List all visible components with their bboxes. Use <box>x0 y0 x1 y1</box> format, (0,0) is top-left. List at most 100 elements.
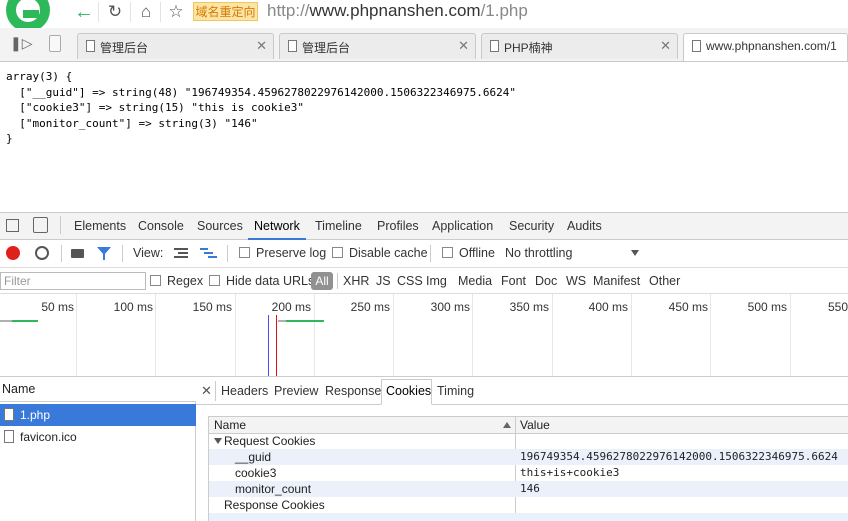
network-overview[interactable]: 50 ms 100 ms 150 ms 200 ms 250 ms 300 ms… <box>0 294 848 377</box>
grid-line <box>552 294 553 376</box>
devtools-tab-network[interactable]: Network <box>254 219 300 233</box>
large-rows-icon-bar <box>178 252 188 254</box>
response-cookies-group[interactable]: Response Cookies <box>209 497 848 513</box>
grid-line <box>710 294 711 376</box>
filter-css[interactable]: CSS <box>397 274 423 288</box>
grid-line <box>235 294 236 376</box>
timeline-tick: 550 <box>827 300 848 314</box>
mobile-device-icon[interactable] <box>49 35 61 52</box>
devtools-tab-application[interactable]: Application <box>432 219 493 233</box>
devtools-tab-profiles[interactable]: Profiles <box>377 219 419 233</box>
timeline-tick: 500 ms <box>747 300 787 314</box>
close-tab-icon[interactable]: ✕ <box>256 38 267 54</box>
close-tab-icon[interactable]: ✕ <box>458 38 469 54</box>
page-icon <box>490 40 499 52</box>
clear-icon[interactable] <box>35 246 49 260</box>
requests-list: 1.php favicon.ico <box>0 402 196 521</box>
toolbar-divider <box>98 2 99 22</box>
close-tab-icon[interactable]: ✕ <box>660 38 671 54</box>
sort-ascending-icon[interactable] <box>503 422 511 428</box>
filter-doc[interactable]: Doc <box>535 274 557 288</box>
timeline-tick: 250 ms <box>350 300 390 314</box>
page-icon <box>86 40 95 52</box>
filter-input[interactable]: Filter <box>0 272 146 290</box>
record-icon[interactable] <box>6 246 20 260</box>
detail-tab-headers[interactable]: Headers <box>221 384 268 398</box>
waterfall-overview-icon[interactable] <box>200 248 217 259</box>
redirect-badge[interactable]: 域名重定向 <box>193 2 258 21</box>
address-bar[interactable]: http://www.phpnanshen.com/1.php <box>267 0 528 22</box>
back-arrow-icon[interactable]: ← <box>70 0 98 24</box>
throttling-select[interactable]: No throttling <box>505 246 572 260</box>
cookie-value-column[interactable]: Value <box>520 417 550 433</box>
filter-manifest[interactable]: Manifest <box>593 274 640 288</box>
device-toolbar-icon[interactable] <box>33 217 48 233</box>
document-icon <box>4 430 14 443</box>
grid-line <box>631 294 632 376</box>
timeline-tick: 100 ms <box>113 300 153 314</box>
toolbar-divider <box>130 2 131 22</box>
filter-xhr[interactable]: XHR <box>343 274 369 288</box>
detail-tab-timing[interactable]: Timing <box>437 384 474 398</box>
chevron-down-icon[interactable] <box>631 250 639 256</box>
name-column-header[interactable]: Name <box>2 382 35 396</box>
divider <box>215 381 216 401</box>
divider <box>61 245 62 262</box>
load-event-marker <box>276 315 277 376</box>
request-row-selected[interactable]: 1.php <box>0 404 196 426</box>
devtools-tab-sources[interactable]: Sources <box>197 219 243 233</box>
bookmark-star-icon[interactable]: ☆ <box>162 0 190 24</box>
devtools-tab-security[interactable]: Security <box>509 219 554 233</box>
cookie-value: this+is+cookie3 <box>520 466 620 479</box>
close-detail-icon[interactable]: ✕ <box>201 383 212 399</box>
detail-tab-response[interactable]: Response <box>325 384 381 398</box>
timeline-tick: 200 ms <box>271 300 311 314</box>
filter-media[interactable]: Media <box>458 274 492 288</box>
request-name: favicon.ico <box>20 430 77 444</box>
filter-img[interactable]: Img <box>426 274 447 288</box>
detail-tab-preview[interactable]: Preview <box>274 384 318 398</box>
request-bar-favicon <box>286 320 324 322</box>
timeline-tick: 300 ms <box>430 300 470 314</box>
grid-line <box>155 294 156 376</box>
request-row[interactable]: favicon.ico <box>0 426 196 448</box>
request-name: 1.php <box>20 408 51 422</box>
inspect-element-icon[interactable] <box>6 219 19 232</box>
disable-cache-checkbox[interactable] <box>332 247 343 258</box>
request-cookies-group[interactable]: Request Cookies <box>209 433 848 449</box>
home-icon[interactable]: ⌂ <box>132 0 160 24</box>
cookie-name: cookie3 <box>235 466 277 480</box>
devtools-tab-timeline[interactable]: Timeline <box>315 219 362 233</box>
cookie-value: 146 <box>520 482 540 495</box>
disable-cache-label: Disable cache <box>349 246 428 260</box>
browser-tab-3[interactable]: PHP楠神 ✕ <box>481 33 678 59</box>
sidebar-toggle-icon[interactable]: ❚▷ <box>10 35 33 52</box>
regex-checkbox[interactable] <box>150 275 161 286</box>
page-icon <box>288 40 297 52</box>
filter-ws[interactable]: WS <box>566 274 586 288</box>
hide-data-urls-checkbox[interactable] <box>209 275 220 286</box>
capture-screenshots-icon[interactable] <box>71 249 84 258</box>
browser-tab-active[interactable]: www.phpnanshen.com/1 <box>683 33 848 61</box>
filter-all-button[interactable]: All <box>311 272 333 290</box>
offline-checkbox[interactable] <box>442 247 453 258</box>
requests-header: Name <box>0 377 196 402</box>
browser-toolbar: ← ↻ ⌂ ☆ 域名重定向 http://www.phpnanshen.com/… <box>0 0 848 32</box>
timeline-tick: 450 ms <box>668 300 708 314</box>
devtools-tab-elements[interactable]: Elements <box>74 219 126 233</box>
preserve-log-checkbox[interactable] <box>239 247 250 258</box>
browser-tab-2[interactable]: 管理后台 ✕ <box>279 33 476 59</box>
devtools-tab-audits[interactable]: Audits <box>567 219 602 233</box>
php-var-dump-output: array(3) { ["__guid"] => string(48) "196… <box>6 70 516 145</box>
cookie-name-column[interactable]: Name <box>214 417 246 433</box>
expand-triangle-icon[interactable] <box>214 438 222 444</box>
reload-icon[interactable]: ↻ <box>101 0 129 24</box>
devtools-tabbar <box>0 212 848 240</box>
browser-tab-1[interactable]: 管理后台 ✕ <box>77 33 274 59</box>
tab-title: 管理后台 <box>100 41 149 55</box>
filter-other[interactable]: Other <box>649 274 680 288</box>
detail-tab-cookies[interactable]: Cookies <box>386 384 431 398</box>
filter-font[interactable]: Font <box>501 274 526 288</box>
filter-js[interactable]: JS <box>376 274 391 288</box>
devtools-tab-console[interactable]: Console <box>138 219 184 233</box>
